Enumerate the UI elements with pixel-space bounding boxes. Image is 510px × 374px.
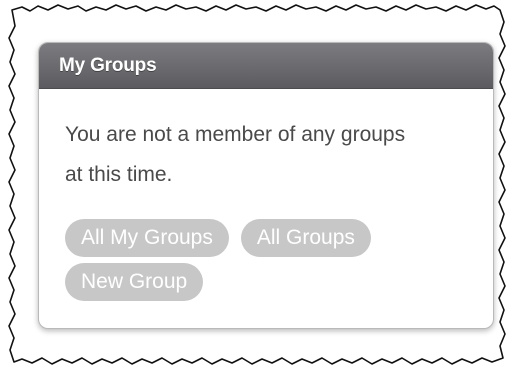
widget-header: My Groups [39,43,493,89]
widget-title: My Groups [59,54,157,76]
all-my-groups-button[interactable]: All My Groups [65,219,229,257]
widget-body: You are not a member of any groups at th… [39,89,493,301]
screenshot-stage: My Groups You are not a member of any gr… [0,0,510,374]
all-groups-button[interactable]: All Groups [240,219,371,257]
my-groups-widget: My Groups You are not a member of any gr… [38,42,494,329]
empty-state-message: You are not a member of any groups at th… [65,123,406,186]
group-action-buttons: All My Groups All Groups New Group [65,219,465,301]
new-group-button[interactable]: New Group [65,263,204,301]
